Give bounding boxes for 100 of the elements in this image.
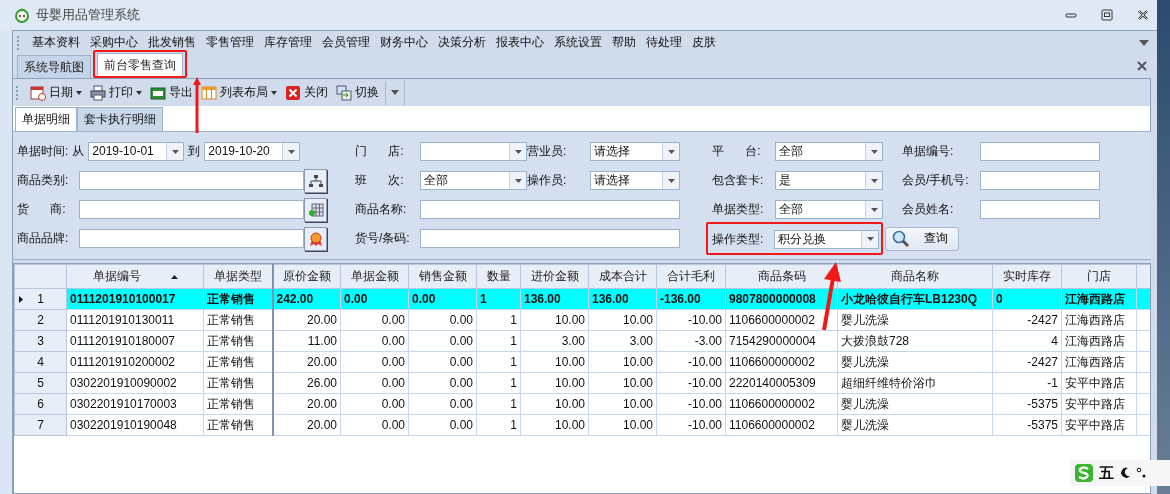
input-field[interactable] bbox=[980, 171, 1100, 190]
baby-face-icon bbox=[14, 7, 30, 23]
menu-item[interactable]: 采购中心 bbox=[85, 34, 143, 51]
table-cell: 0.00 bbox=[408, 372, 477, 394]
input-field[interactable] bbox=[79, 171, 304, 190]
menu-item[interactable]: 库存管理 bbox=[259, 34, 317, 51]
row-number[interactable]: 6 bbox=[14, 393, 67, 415]
table-cell: 7154290000004 bbox=[725, 330, 838, 352]
table-cell: 0.00 bbox=[408, 330, 477, 352]
package-dropdown[interactable]: 是 bbox=[775, 171, 883, 190]
table-cell: 正常销售 bbox=[203, 351, 273, 373]
toolbar-button[interactable]: 切换 bbox=[332, 82, 383, 103]
operator-dropdown[interactable]: 请选择 bbox=[590, 171, 680, 190]
menu-item[interactable]: 决策分析 bbox=[433, 34, 491, 51]
table-cell: 0111201910180007 bbox=[66, 330, 204, 352]
input-method-toolbar[interactable]: 五 bbox=[1070, 460, 1170, 486]
store-dropdown[interactable] bbox=[420, 142, 527, 161]
overflow-caret-icon[interactable] bbox=[391, 90, 399, 95]
column-header[interactable]: 单据金额 bbox=[340, 264, 409, 289]
row-number[interactable]: 4 bbox=[14, 351, 67, 373]
menu-item[interactable]: 帮助 bbox=[607, 34, 641, 51]
menu-item[interactable]: 批发销售 bbox=[143, 34, 201, 51]
menu-item[interactable]: 财务中心 bbox=[375, 34, 433, 51]
table-cell: 1 bbox=[476, 330, 521, 352]
calendar-icon bbox=[30, 84, 46, 101]
input-field[interactable] bbox=[420, 200, 680, 219]
doc-type-dropdown[interactable]: 全部 bbox=[775, 200, 883, 219]
table-cell: 0.00 bbox=[408, 414, 477, 436]
menu-item[interactable]: 系统设置 bbox=[549, 34, 607, 51]
annotation-arrow bbox=[193, 77, 201, 133]
menu-item[interactable]: 零售管理 bbox=[201, 34, 259, 51]
column-header[interactable]: 原价金额 bbox=[272, 264, 341, 289]
input-field[interactable] bbox=[980, 142, 1100, 161]
menu-item[interactable]: 会员管理 bbox=[317, 34, 375, 51]
tab[interactable]: 单据明细 bbox=[15, 107, 77, 131]
picker-button[interactable] bbox=[304, 226, 327, 251]
table-cell: 江海西路店 bbox=[1061, 351, 1137, 373]
overflow-caret-icon[interactable] bbox=[1139, 39, 1149, 46]
table-cell: 10.00 bbox=[520, 309, 589, 331]
input-field[interactable] bbox=[980, 200, 1100, 219]
menu-item[interactable]: 报表中心 bbox=[491, 34, 549, 51]
column-header[interactable]: 商品名称 bbox=[837, 264, 993, 289]
table-cell: 0.00 bbox=[340, 372, 409, 394]
table-cell: 正常销售 bbox=[203, 330, 273, 352]
column-header[interactable]: 进价金额 bbox=[520, 264, 589, 289]
restore-icon[interactable] bbox=[1101, 9, 1113, 21]
column-header[interactable]: 数量 bbox=[476, 264, 521, 289]
table-cell: 江海西路店 bbox=[1061, 309, 1137, 331]
row-number[interactable]: 7 bbox=[14, 414, 67, 436]
document-tab[interactable]: 前台零售查询 bbox=[97, 53, 183, 76]
toolbar-button[interactable]: 日期 bbox=[26, 82, 86, 103]
column-header[interactable]: 单据编号 bbox=[66, 264, 204, 289]
field-label: 商品品牌: bbox=[17, 230, 70, 247]
table-cell: 婴儿洗澡 bbox=[837, 351, 993, 373]
table-cell: 10.00 bbox=[520, 351, 589, 373]
row-number[interactable]: 1 bbox=[14, 288, 67, 310]
picker-button[interactable] bbox=[304, 197, 327, 222]
toolbar-button[interactable]: 打印 bbox=[86, 82, 146, 103]
query-button[interactable]: 查询 bbox=[885, 226, 959, 251]
clerk-dropdown[interactable]: 请选择 bbox=[590, 142, 680, 161]
caret-icon bbox=[866, 237, 874, 241]
close-icon[interactable] bbox=[1137, 9, 1149, 21]
table-cell: -10.00 bbox=[656, 414, 726, 436]
menu-item[interactable]: 基本资料 bbox=[27, 34, 85, 51]
close-icon[interactable] bbox=[1137, 61, 1147, 71]
operation-type-dropdown[interactable]: 积分兑换 bbox=[773, 229, 879, 249]
table-cell: 10.00 bbox=[588, 351, 657, 373]
table-cell: 0.00 bbox=[408, 309, 477, 331]
caret-icon bbox=[870, 149, 878, 154]
toolbar-button[interactable]: 导出 bbox=[146, 82, 197, 103]
table-cell: 正常销售 bbox=[203, 372, 273, 394]
column-header[interactable]: 门店 bbox=[1061, 264, 1137, 289]
shift-dropdown[interactable]: 全部 bbox=[420, 171, 527, 190]
table-cell: 0302201910090002 bbox=[66, 372, 204, 394]
tab[interactable]: 套卡执行明细 bbox=[77, 107, 163, 131]
row-number[interactable]: 5 bbox=[14, 372, 67, 394]
column-header[interactable]: 商品条码 bbox=[725, 264, 838, 289]
menu-item[interactable]: 待处理 bbox=[641, 34, 687, 51]
column-header[interactable]: 成本合计 bbox=[588, 264, 657, 289]
picker-button[interactable] bbox=[304, 168, 327, 193]
date-picker[interactable]: 2019-10-01 bbox=[88, 142, 185, 161]
column-header[interactable]: 实时库存 bbox=[992, 264, 1062, 289]
input-field[interactable] bbox=[420, 229, 680, 248]
platform-dropdown[interactable]: 全部 bbox=[775, 142, 883, 161]
table-cell: 10.00 bbox=[588, 309, 657, 331]
input-field[interactable] bbox=[79, 229, 304, 248]
column-header[interactable]: 合计毛利 bbox=[656, 264, 726, 289]
row-number[interactable]: 3 bbox=[14, 330, 67, 352]
menu-item[interactable]: 皮肤 bbox=[687, 34, 721, 51]
table-cell: -10.00 bbox=[656, 351, 726, 373]
column-header[interactable]: 销售金额 bbox=[408, 264, 477, 289]
row-number[interactable]: 2 bbox=[14, 309, 67, 331]
column-header[interactable]: 单据类型 bbox=[203, 264, 273, 289]
toolbar-button[interactable]: 列表布局 bbox=[197, 82, 281, 103]
punctuation-icon bbox=[1136, 467, 1146, 479]
date-picker[interactable]: 2019-10-20 bbox=[204, 142, 301, 161]
toolbar-button[interactable]: 关闭 bbox=[281, 82, 332, 103]
document-tab[interactable]: 系统导航图 bbox=[17, 55, 91, 78]
input-field[interactable] bbox=[79, 200, 304, 219]
field-label: 商品名称: bbox=[355, 201, 408, 218]
